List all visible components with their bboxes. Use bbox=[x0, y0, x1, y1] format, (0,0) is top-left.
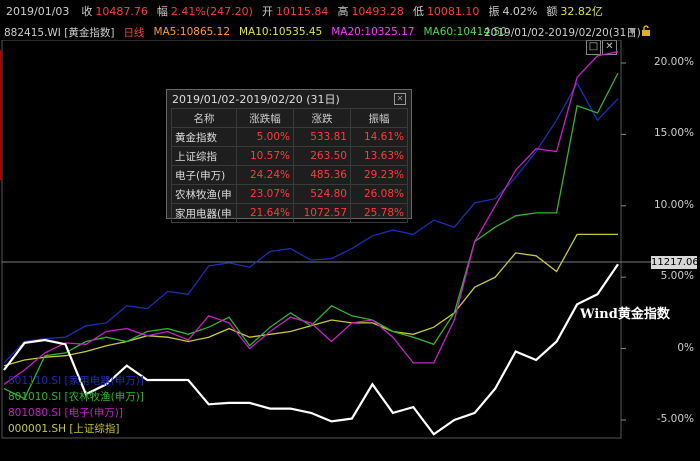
dropdown-triangle-icon[interactable]: ▼ bbox=[629, 27, 636, 37]
column-header: 涨跌幅 bbox=[236, 108, 294, 128]
row-name: 电子(申万) bbox=[171, 165, 237, 185]
row-name: 上证综指 bbox=[171, 146, 237, 166]
close-icon[interactable]: ✕ bbox=[394, 93, 406, 105]
y-tick-label: 10.00% bbox=[653, 198, 694, 211]
close-label: 收 bbox=[81, 5, 93, 18]
open-value: 10115.84 bbox=[275, 4, 329, 18]
period-daily[interactable]: 日线 bbox=[123, 25, 144, 40]
y-tick-label: 0% bbox=[677, 341, 694, 354]
row-name: 黄金指数 bbox=[171, 127, 237, 147]
y-tick-label: 20.00% bbox=[653, 56, 694, 68]
ma5-value: MA5:10865.12 bbox=[153, 26, 230, 38]
ma20-value: MA20:10325.17 bbox=[331, 26, 415, 38]
low-value: 10081.10 bbox=[426, 4, 480, 18]
quote-date: 2019/01/03 bbox=[6, 4, 70, 18]
row-amp: 26.08% bbox=[350, 184, 408, 204]
row-pct: 5.00% bbox=[236, 127, 294, 147]
ma10-value: MA10:10535.45 bbox=[239, 26, 323, 38]
amplitude-value: 4.02% bbox=[502, 4, 538, 18]
table-row[interactable]: 上证综指 10.57% 263.50 13.63% bbox=[171, 146, 408, 166]
wind-gold-index-annotation: Wind黄金指数 bbox=[580, 307, 670, 322]
row-chg: 524.80 bbox=[293, 184, 351, 204]
y-tick-label: -5.00% bbox=[656, 413, 694, 425]
row-pct: 10.57% bbox=[236, 146, 294, 166]
row-name: 家用电器(申 bbox=[171, 203, 237, 223]
crosshair-price-tag: 11217.06 bbox=[651, 256, 699, 269]
row-pct: 24.24% bbox=[236, 165, 294, 185]
row-pct: 21.64% bbox=[236, 203, 294, 223]
row-chg: 533.81 bbox=[293, 127, 351, 147]
row-chg: 263.50 bbox=[293, 146, 351, 166]
legend-item-agriculture[interactable]: 801010.SI [农林牧渔(申万)] bbox=[8, 389, 144, 404]
column-header: 振幅 bbox=[350, 108, 408, 128]
row-chg: 1072.57 bbox=[293, 203, 351, 223]
row-pct: 23.07% bbox=[236, 184, 294, 204]
ma-indicator-bar: 882415.WI [黄金指数] 日线 MA5:10865.12 MA10:10… bbox=[0, 24, 700, 40]
interval-stats-table: 名称 涨跌幅 涨跌 振幅 黄金指数 5.00% 533.81 14.61% 上证… bbox=[171, 108, 408, 223]
high-value: 10493.28 bbox=[351, 4, 404, 18]
row-name: 农林牧渔(申 bbox=[171, 184, 237, 204]
column-header: 名称 bbox=[171, 108, 237, 128]
interval-stats-panel: 2019/01/02-2019/02/20 (31日) ✕ 名称 涨跌幅 涨跌 … bbox=[166, 89, 412, 223]
amount-value: 32.82亿 bbox=[560, 5, 603, 18]
row-amp: 13.63% bbox=[350, 146, 408, 166]
security-code[interactable]: 882415.WI [黄金指数] bbox=[4, 25, 114, 40]
table-row[interactable]: 农林牧渔(申 23.07% 524.80 26.08% bbox=[171, 184, 408, 204]
table-row[interactable]: 黄金指数 5.00% 533.81 14.61% bbox=[171, 127, 408, 147]
quote-bar: 2019/01/03 收 10487.76 幅 2.41%(247.20) 开 … bbox=[0, 0, 700, 22]
amount-label: 额 bbox=[546, 5, 558, 18]
low-label: 低 bbox=[412, 5, 424, 18]
change-label: 幅 bbox=[156, 5, 168, 18]
lock-icon[interactable] bbox=[641, 24, 651, 40]
y-tick-label: 5.00% bbox=[660, 270, 694, 283]
row-amp: 25.78% bbox=[350, 203, 408, 223]
row-amp: 14.61% bbox=[350, 127, 408, 147]
change-value: 2.41%(247.20) bbox=[170, 4, 253, 18]
table-row[interactable]: 电子(申万) 24.24% 485.36 29.23% bbox=[171, 165, 408, 185]
table-header-row: 名称 涨跌幅 涨跌 振幅 bbox=[171, 108, 408, 128]
amplitude-label: 振 bbox=[488, 5, 500, 18]
date-range[interactable]: 2019/01/02-2019/02/20(31日) bbox=[484, 25, 641, 40]
legend-item-electronics[interactable]: 801080.SI [电子(申万)] bbox=[8, 405, 123, 420]
legend-item-appliances[interactable]: 801110.SI [家用电器(申万)] bbox=[8, 373, 144, 388]
table-row[interactable]: 家用电器(申 21.64% 1072.57 25.78% bbox=[171, 203, 408, 223]
row-chg: 485.36 bbox=[293, 165, 351, 185]
y-tick-label: 15.00% bbox=[653, 127, 694, 140]
open-label: 开 bbox=[261, 5, 273, 18]
series-line-shanghai bbox=[3, 233, 618, 367]
legend-item-shanghai[interactable]: 000001.SH [上证综指] bbox=[8, 421, 120, 436]
high-label: 高 bbox=[337, 5, 349, 18]
row-amp: 29.23% bbox=[350, 165, 408, 185]
panel-title: 2019/01/02-2019/02/20 (31日) bbox=[172, 93, 340, 106]
column-header: 涨跌 bbox=[293, 108, 351, 128]
close-value: 10487.76 bbox=[95, 4, 148, 18]
